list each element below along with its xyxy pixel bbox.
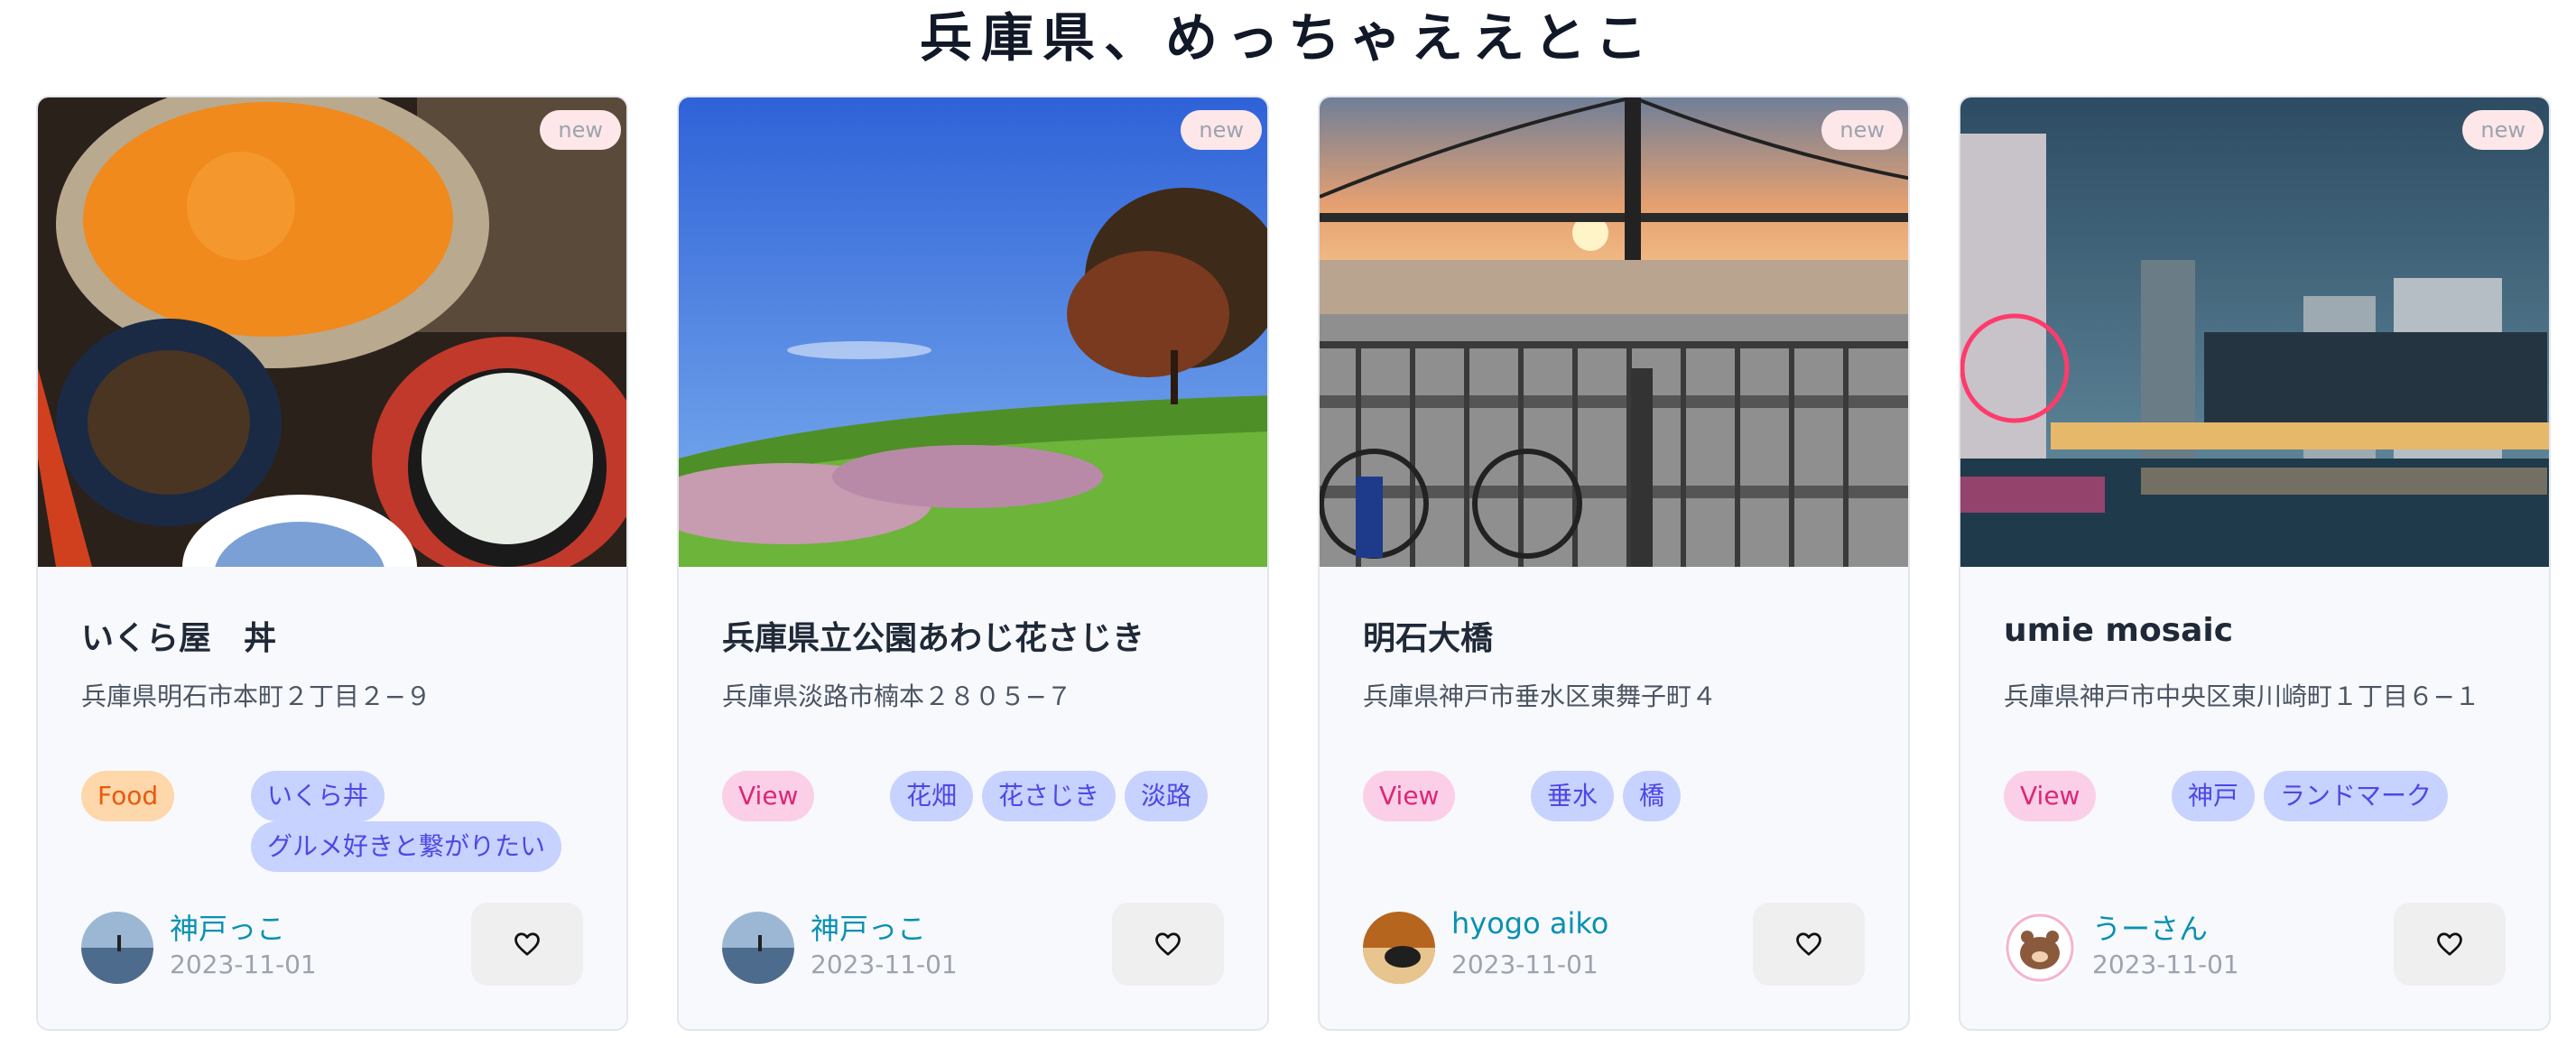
new-badge: new bbox=[1181, 110, 1262, 150]
like-button[interactable] bbox=[1112, 903, 1224, 986]
avatar[interactable] bbox=[81, 912, 153, 984]
author-name[interactable]: うーさん bbox=[2092, 906, 2208, 948]
category-badge[interactable]: View bbox=[1363, 771, 1456, 821]
avatar[interactable] bbox=[1363, 912, 1435, 984]
spot-card[interactable]: new いくら屋 丼 兵庫県明石市本町２丁目２−９ Food いくら丼 グルメ好… bbox=[36, 96, 628, 1031]
tag[interactable]: 花畑 bbox=[890, 771, 974, 821]
tag[interactable]: いくら丼 bbox=[251, 771, 385, 821]
new-badge: new bbox=[540, 110, 621, 150]
category-badge[interactable]: View bbox=[2004, 771, 2097, 821]
night-harbor-photo: new bbox=[1960, 97, 2549, 567]
spot-card[interactable]: new 兵庫県立公園あわじ花さじき 兵庫県淡路市楠本２８０５−７ View 花畑… bbox=[677, 96, 1269, 1031]
card-address: 兵庫県淡路市楠本２８０５−７ bbox=[722, 681, 1072, 711]
tag[interactable]: ランドマーク bbox=[2264, 771, 2449, 821]
heart-icon bbox=[514, 932, 540, 956]
tag[interactable]: 花さじき bbox=[982, 771, 1117, 821]
author-name[interactable]: 神戸っこ bbox=[811, 906, 926, 948]
author-info: 神戸っこ 2023-11-01 bbox=[722, 906, 1083, 987]
card-title[interactable]: 明石大橋 bbox=[1363, 612, 1886, 659]
spot-card[interactable]: new 明石大橋 兵庫県神戸市垂水区東舞子町４ View 垂水橋 hyogo a… bbox=[1318, 96, 1910, 1031]
bridge-photo: new bbox=[1320, 97, 1908, 567]
landscape-photo: new bbox=[679, 97, 1267, 567]
card-address: 兵庫県神戸市中央区東川崎町１丁目６−１ bbox=[2004, 681, 2480, 711]
author-info: うーさん 2023-11-01 bbox=[2004, 906, 2365, 987]
post-date: 2023-11-01 bbox=[2092, 950, 2239, 979]
card-list: new いくら屋 丼 兵庫県明石市本町２丁目２−９ Food いくら丼 グルメ好… bbox=[36, 96, 2553, 1034]
tag-list: いくら丼 グルメ好きと繋がりたい bbox=[251, 771, 612, 872]
tag-list: 垂水橋 bbox=[1531, 771, 1892, 821]
spot-card[interactable]: new umie mosaic 兵庫県神戸市中央区東川崎町１丁目６−１ View… bbox=[1959, 96, 2551, 1031]
card-title[interactable]: いくら屋 丼 bbox=[81, 612, 605, 659]
food-photo: new bbox=[38, 97, 626, 567]
tag[interactable]: 垂水 bbox=[1531, 771, 1615, 821]
tag-list: 神戸 ランドマーク bbox=[2172, 771, 2533, 821]
new-badge: new bbox=[1821, 110, 1903, 150]
tag[interactable]: 橋 bbox=[1623, 771, 1682, 821]
card-title[interactable]: 兵庫県立公園あわじ花さじき bbox=[722, 612, 1246, 659]
avatar[interactable] bbox=[2004, 912, 2076, 984]
tag[interactable]: グルメ好きと繋がりたい bbox=[251, 821, 562, 872]
card-address: 兵庫県明石市本町２丁目２−９ bbox=[81, 681, 431, 711]
post-date: 2023-11-01 bbox=[811, 950, 958, 979]
like-button[interactable] bbox=[1753, 903, 1865, 986]
card-address: 兵庫県神戸市垂水区東舞子町４ bbox=[1363, 681, 1718, 711]
new-badge: new bbox=[2462, 110, 2544, 150]
author-info: hyogo aiko 2023-11-01 bbox=[1363, 906, 1724, 987]
heart-icon bbox=[2437, 932, 2462, 956]
like-button[interactable] bbox=[2394, 903, 2506, 986]
avatar[interactable] bbox=[722, 912, 794, 984]
author-info: 神戸っこ 2023-11-01 bbox=[81, 906, 442, 987]
tag-list: 花畑 花さじき 淡路 bbox=[890, 771, 1251, 821]
category-badge[interactable]: View bbox=[722, 771, 815, 821]
heart-icon bbox=[1155, 932, 1181, 956]
tag[interactable]: 神戸 bbox=[2172, 771, 2256, 821]
page-title: 兵庫県、めっちゃええとこ bbox=[919, 7, 1656, 69]
like-button[interactable] bbox=[471, 903, 583, 986]
heart-icon bbox=[1796, 932, 1821, 956]
card-title[interactable]: umie mosaic bbox=[2004, 612, 2527, 649]
post-date: 2023-11-01 bbox=[170, 950, 317, 979]
author-name[interactable]: hyogo aiko bbox=[1451, 906, 1608, 941]
post-date: 2023-11-01 bbox=[1451, 950, 1598, 979]
author-name[interactable]: 神戸っこ bbox=[170, 906, 285, 948]
category-badge[interactable]: Food bbox=[81, 771, 175, 821]
tag[interactable]: 淡路 bbox=[1125, 771, 1209, 821]
